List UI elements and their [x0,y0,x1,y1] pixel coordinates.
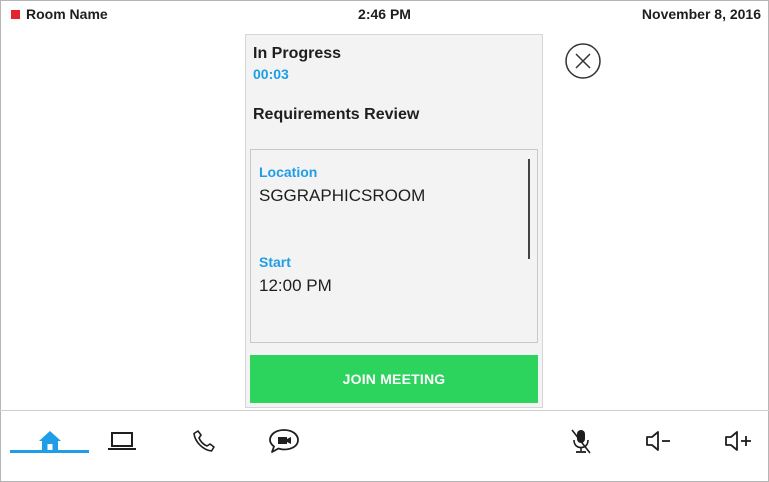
details-scrollbar[interactable] [528,159,530,259]
nav-phone[interactable] [186,423,222,459]
elapsed-time: 00:03 [253,66,289,82]
volume-up-icon [725,431,751,451]
meeting-card: In Progress 00:03 Requirements Review Lo… [245,34,543,408]
location-value: SGGRAPHICSROOM [259,186,426,205]
meeting-status: In Progress [253,45,342,62]
location-label: Location [259,164,318,180]
nav-home[interactable] [10,423,89,459]
join-meeting-button[interactable]: JOIN MEETING [250,355,538,403]
date: November 8, 2016 [641,6,761,22]
volume-down-button[interactable] [640,423,676,459]
start-label: Start [259,254,291,270]
mic-mute-icon [571,429,591,454]
chat-video-icon [269,429,299,453]
meeting-details-panel[interactable]: Location SGGRAPHICSROOM Start 12:00 PM [250,149,538,343]
close-button[interactable] [564,42,602,80]
volume-up-button[interactable] [718,423,758,459]
microphone-mute-button[interactable] [566,423,596,459]
phone-icon [193,430,215,452]
start-value: 12:00 PM [259,276,332,295]
meeting-title: Requirements Review [253,106,420,123]
bottom-bar [0,410,769,482]
nav-video-chat[interactable] [262,423,306,459]
close-icon [565,43,601,79]
nav-laptop[interactable] [100,423,144,459]
status-bar: Room Name 2:46 PM November 8, 2016 [0,0,769,28]
laptop-icon [108,432,136,450]
volume-down-icon [646,431,670,451]
active-tab-indicator [10,450,89,453]
